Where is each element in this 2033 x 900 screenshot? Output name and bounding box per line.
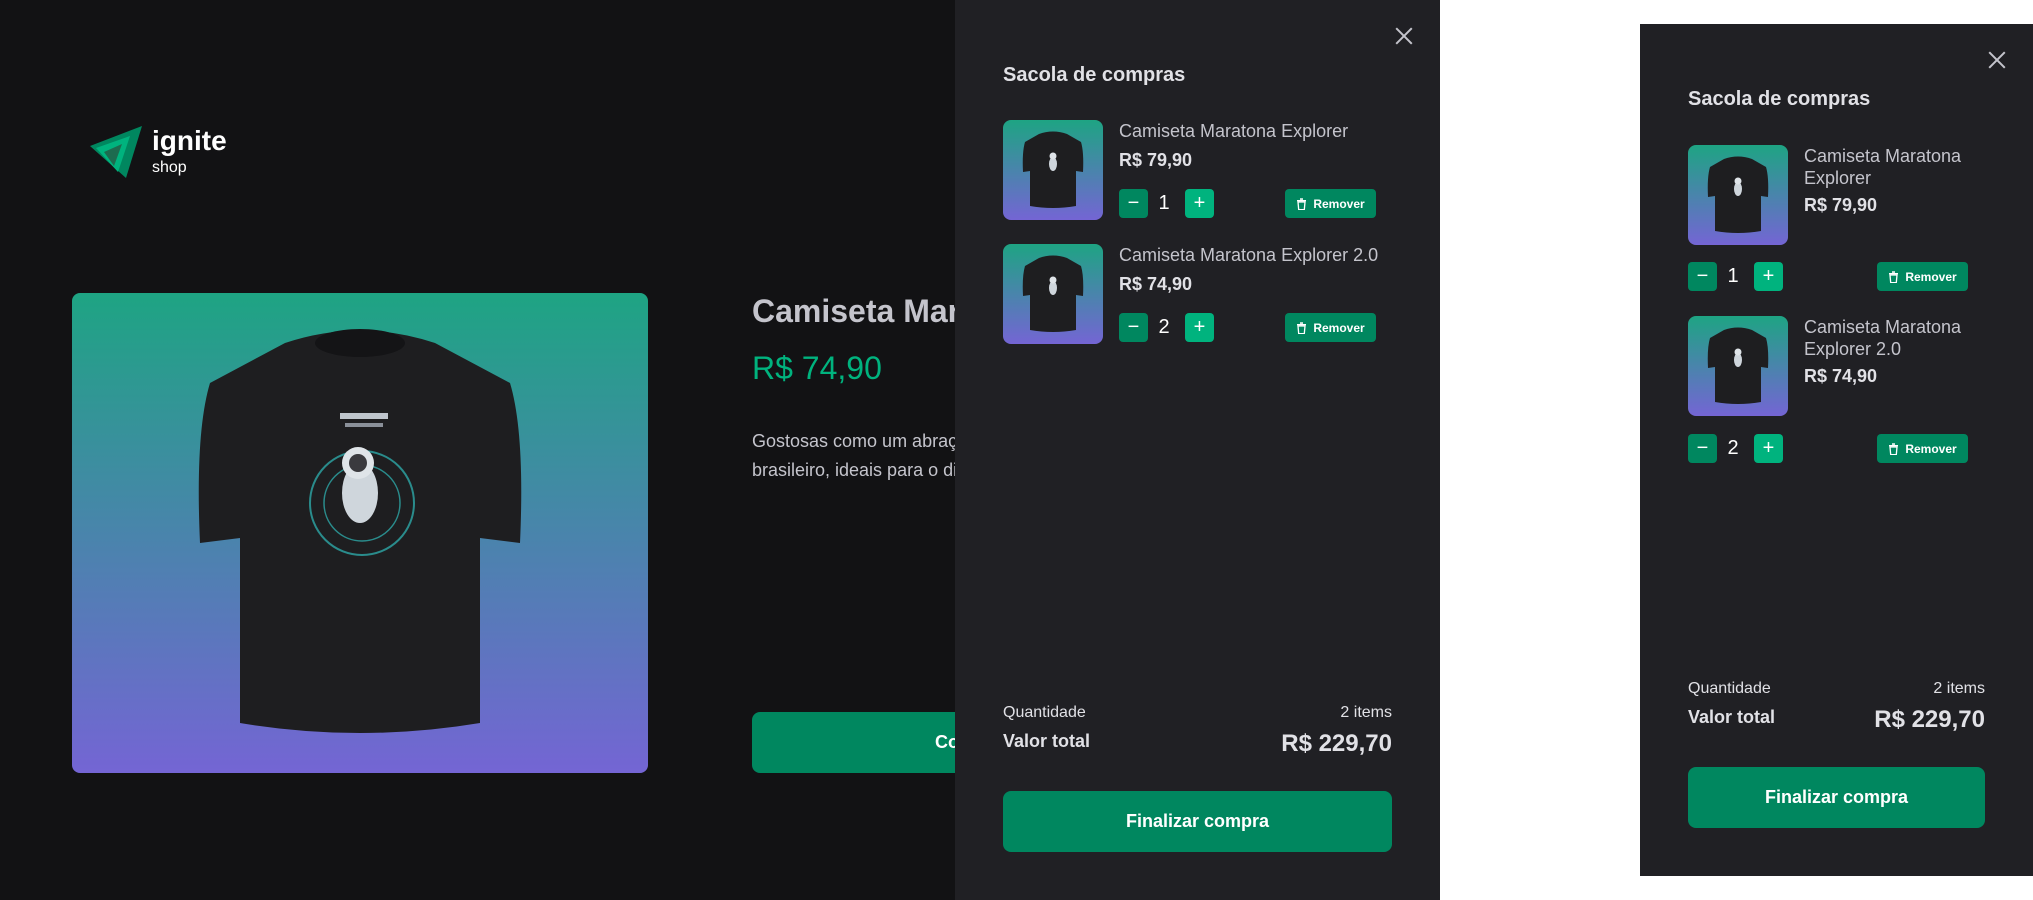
plus-icon: + bbox=[1193, 192, 1206, 214]
minus-icon: − bbox=[1127, 192, 1140, 214]
checkout-button[interactable]: Finalizar compra bbox=[1688, 767, 1985, 828]
cart-item-name: Camiseta Maratona Explorer 2.0 bbox=[1804, 317, 1962, 359]
cart-panel-mobile: Sacola de compras Camiseta Maratona Expl… bbox=[1640, 24, 2033, 876]
increase-quantity-button[interactable]: + bbox=[1185, 313, 1214, 342]
remove-label: Remover bbox=[1905, 269, 1957, 284]
cart-item-image bbox=[1688, 316, 1788, 416]
quantity-value: 2 items bbox=[1340, 704, 1392, 721]
quantity-value: 2 items bbox=[1933, 680, 1985, 697]
tshirt-thumbnail bbox=[1022, 131, 1084, 208]
increase-quantity-button[interactable]: + bbox=[1754, 434, 1783, 463]
remove-item-button[interactable]: Remover bbox=[1285, 313, 1376, 342]
cart-item-name: Camiseta Maratona Explorer 2.0 bbox=[1119, 245, 1379, 265]
increase-quantity-button[interactable]: + bbox=[1185, 189, 1214, 218]
logo[interactable]: ignite shop bbox=[90, 126, 227, 178]
close-icon[interactable] bbox=[1985, 48, 2009, 72]
cart-item-name: Camiseta Maratona Explorer bbox=[1119, 121, 1349, 141]
remove-item-button[interactable]: Remover bbox=[1877, 434, 1968, 463]
cart-panel: Sacola de compras Camiseta Maratona Expl… bbox=[955, 0, 1440, 900]
cart-item-price: R$ 74,90 bbox=[1804, 366, 1878, 386]
remove-label: Remover bbox=[1905, 441, 1957, 456]
item-quantity: 2 bbox=[1158, 316, 1170, 338]
tshirt-thumbnail bbox=[1707, 327, 1769, 404]
stage: ignite shop Camiseta Maratona Explorer 2… bbox=[0, 0, 2033, 900]
increase-quantity-button[interactable]: + bbox=[1754, 262, 1783, 291]
product-image bbox=[72, 293, 648, 773]
tshirt-thumbnail bbox=[1022, 255, 1084, 332]
cart-item-name: Camiseta Maratona Explorer bbox=[1804, 146, 1962, 188]
decrease-quantity-button[interactable]: − bbox=[1119, 313, 1148, 342]
checkout-button[interactable]: Finalizar compra bbox=[1003, 791, 1392, 852]
decrease-quantity-button[interactable]: − bbox=[1688, 434, 1717, 463]
decrease-quantity-button[interactable]: − bbox=[1688, 262, 1717, 291]
cart-title: Sacola de compras bbox=[1003, 64, 1186, 86]
quantity-label: Quantidade bbox=[1688, 680, 1771, 697]
logo-subtitle: shop bbox=[152, 159, 187, 176]
trash-icon bbox=[1297, 197, 1307, 210]
item-quantity: 2 bbox=[1727, 437, 1739, 459]
total-label: Valor total bbox=[1003, 731, 1091, 751]
cart-item-price: R$ 79,90 bbox=[1804, 195, 1878, 215]
logo-icon bbox=[90, 126, 142, 178]
trash-icon bbox=[1297, 321, 1307, 334]
plus-icon: + bbox=[1193, 316, 1206, 338]
remove-label: Remover bbox=[1313, 320, 1365, 335]
decrease-quantity-button[interactable]: − bbox=[1119, 189, 1148, 218]
minus-icon: − bbox=[1696, 437, 1709, 459]
trash-icon bbox=[1889, 442, 1899, 455]
total-value: R$ 229,70 bbox=[1281, 730, 1392, 757]
cart-item-image bbox=[1688, 145, 1788, 245]
cart-title: Sacola de compras bbox=[1688, 88, 1871, 110]
close-icon[interactable] bbox=[1392, 24, 1416, 48]
total-label: Valor total bbox=[1688, 707, 1776, 727]
tshirt-thumbnail bbox=[1707, 156, 1769, 233]
minus-icon: − bbox=[1696, 265, 1709, 287]
tshirt-image bbox=[198, 329, 522, 733]
item-quantity: 1 bbox=[1158, 192, 1170, 214]
cart-item-price: R$ 79,90 bbox=[1119, 150, 1193, 170]
item-quantity: 1 bbox=[1727, 265, 1739, 287]
minus-icon: − bbox=[1127, 316, 1140, 338]
cart-item-image bbox=[1003, 244, 1103, 344]
plus-icon: + bbox=[1762, 265, 1775, 287]
cart-item-price: R$ 74,90 bbox=[1119, 274, 1193, 294]
remove-item-button[interactable]: Remover bbox=[1877, 262, 1968, 291]
remove-label: Remover bbox=[1313, 196, 1365, 211]
quantity-label: Quantidade bbox=[1003, 704, 1086, 721]
cart-item-image bbox=[1003, 120, 1103, 220]
logo-title: ignite bbox=[152, 125, 227, 156]
trash-icon bbox=[1889, 270, 1899, 283]
plus-icon: + bbox=[1762, 437, 1775, 459]
remove-item-button[interactable]: Remover bbox=[1285, 189, 1376, 218]
total-value: R$ 229,70 bbox=[1874, 706, 1985, 733]
